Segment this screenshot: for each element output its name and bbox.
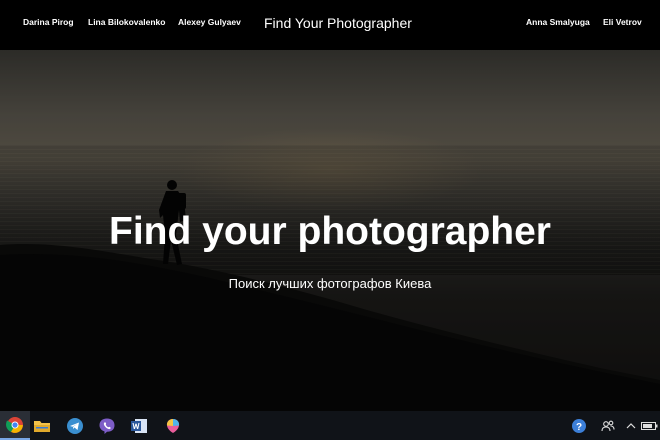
chevron-up-icon[interactable]	[624, 411, 638, 440]
windows-taskbar: ?	[0, 411, 660, 440]
file-explorer-icon[interactable]	[27, 411, 57, 440]
hero-title: Find your photographer	[109, 210, 551, 253]
nav-link-lina-bilokovalenko[interactable]: Lina Bilokovalenko	[88, 17, 165, 27]
svg-text:?: ?	[576, 422, 582, 433]
telegram-icon[interactable]	[60, 411, 90, 440]
nav-link-eli-vetrov[interactable]: Eli Vetrov	[603, 17, 642, 27]
people-icon[interactable]	[597, 411, 619, 440]
chrome-icon[interactable]	[0, 411, 30, 440]
top-navbar: Darina Pirog Lina Bilokovalenko Alexey G…	[0, 0, 660, 50]
nav-link-darina-pirog[interactable]: Darina Pirog	[23, 17, 74, 27]
paint-3d-icon[interactable]	[158, 411, 188, 440]
word-icon[interactable]	[124, 411, 154, 440]
viber-icon[interactable]	[92, 411, 122, 440]
hero-subtitle: Поиск лучших фотографов Киева	[228, 276, 432, 291]
hero-section: Find your photographer Поиск лучших фото…	[0, 50, 660, 411]
battery-icon[interactable]	[639, 411, 660, 440]
nav-link-alexey-gulyaev[interactable]: Alexey Gulyaev	[178, 17, 241, 27]
brand-title[interactable]: Find Your Photographer	[264, 15, 412, 31]
nav-link-anna-smalyuga[interactable]: Anna Smalyuga	[526, 17, 590, 27]
help-icon[interactable]: ?	[568, 411, 590, 440]
